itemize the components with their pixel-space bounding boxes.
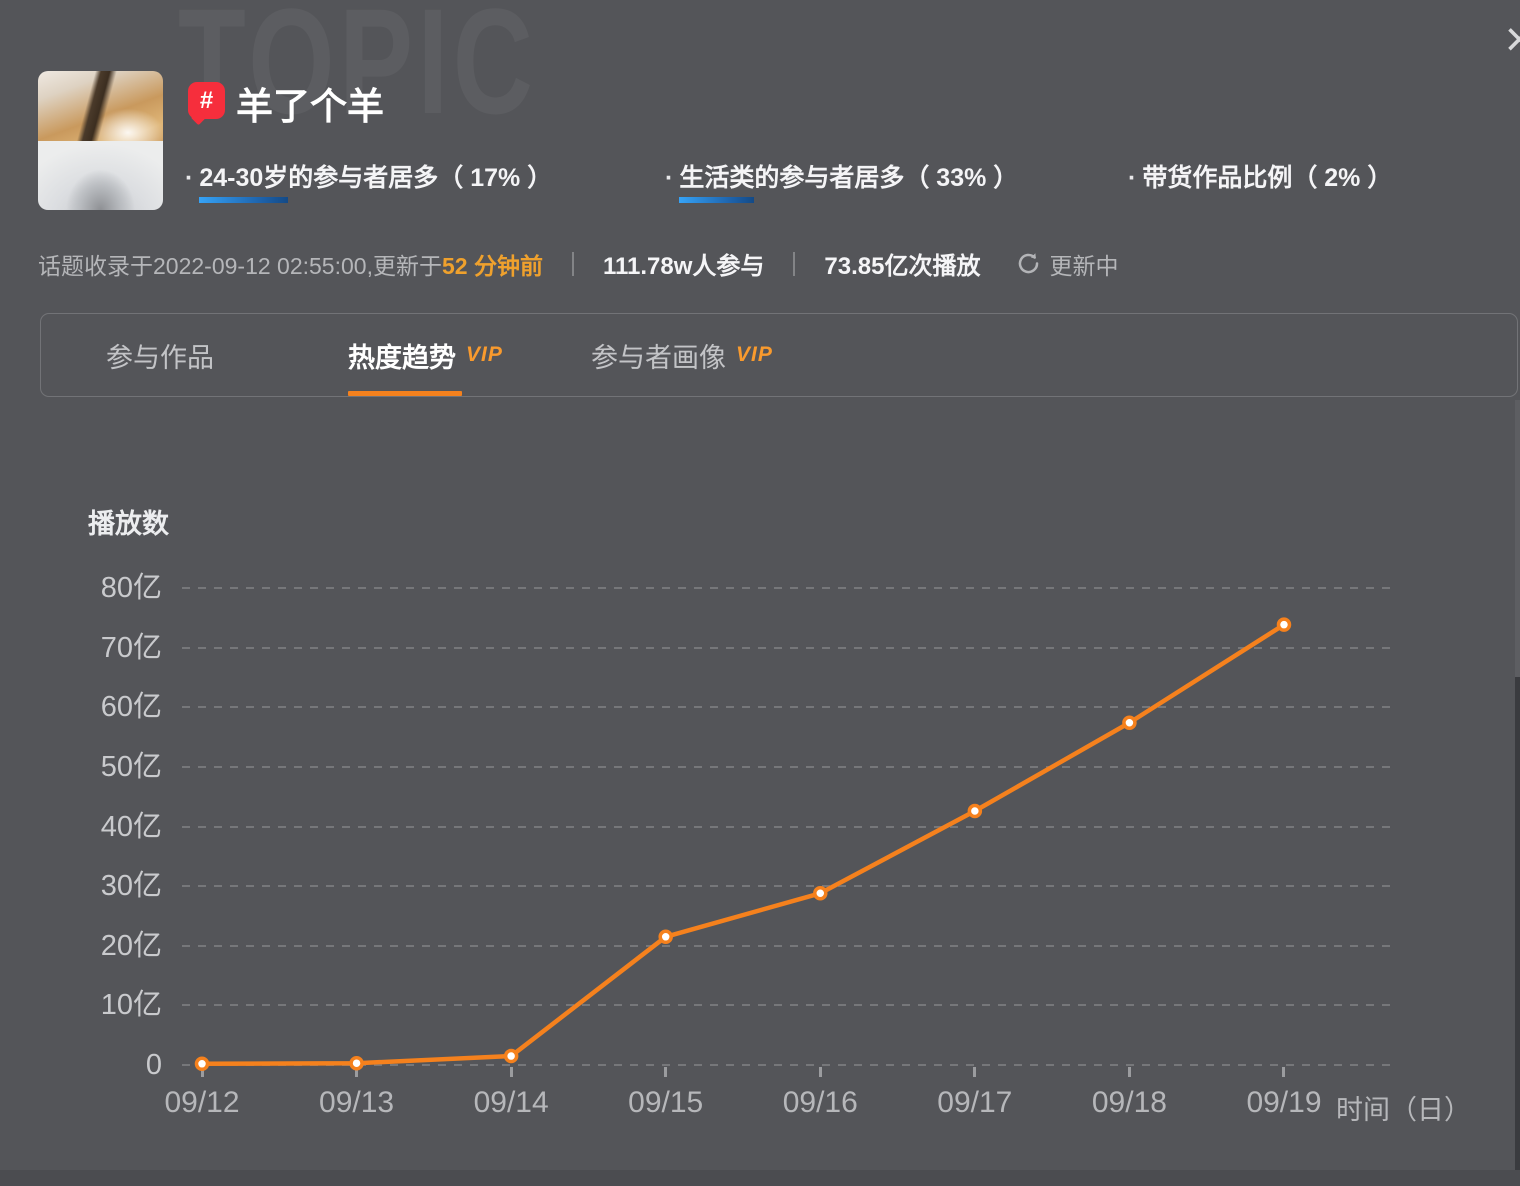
tab-label: 参与作品 — [106, 336, 214, 375]
stat-highlight: 生活类 — [679, 162, 754, 194]
tab-bar: 参与作品 热度趋势 VIP 参与者画像 VIP — [40, 313, 1518, 397]
data-point — [969, 805, 980, 816]
tab-participating-works[interactable]: 参与作品 — [106, 314, 214, 396]
refresh-icon — [1016, 251, 1041, 276]
window-bottom-edge — [0, 1170, 1520, 1186]
data-point — [351, 1058, 362, 1069]
x-axis-title: 时间（日） — [1336, 1088, 1471, 1127]
active-tab-indicator — [348, 391, 462, 396]
vip-badge: VIP — [736, 343, 773, 367]
stat-category: ·生活类的参与者居多（ 33% ） — [665, 162, 1018, 194]
bullet-dot: · — [665, 164, 673, 192]
data-point — [197, 1058, 208, 1069]
vip-badge: VIP — [466, 343, 503, 367]
play-count-line-chart: 播放数 80亿70亿60亿50亿40亿30亿20亿10亿009/1209/130… — [0, 480, 1520, 1160]
stat-highlight: 24-30岁 — [199, 162, 288, 194]
close-icon[interactable]: × — [1505, 14, 1520, 64]
stat-text: 带货作品比例（ 2% ） — [1142, 164, 1392, 192]
data-point — [815, 888, 826, 899]
stat-text: 的参与者居多（ 33% ） — [754, 164, 1018, 192]
updating-text: 更新中 — [1049, 247, 1118, 281]
bullet-dot: · — [185, 164, 193, 192]
tab-label: 参与者画像 — [591, 336, 726, 375]
data-point — [1278, 619, 1289, 630]
updated-ago-text: 52 分钟前 — [442, 247, 543, 281]
tab-label: 热度趋势 — [348, 336, 456, 375]
data-point — [1124, 717, 1135, 728]
topic-thumbnail — [38, 71, 163, 210]
bullet-dot: · — [1128, 164, 1136, 192]
data-point — [660, 931, 671, 942]
data-point — [506, 1051, 517, 1062]
hashtag-icon: # — [188, 82, 225, 119]
thumbnail-art-top — [38, 71, 163, 141]
divider — [572, 252, 574, 276]
plays-count: 73.85亿次播放 — [824, 246, 980, 281]
thumbnail-art-bottom — [38, 141, 163, 211]
topic-title: 羊了个羊 — [236, 76, 384, 130]
stat-age-group: ·24-30岁的参与者居多（ 17% ） — [185, 162, 552, 194]
tab-participant-profile[interactable]: 参与者画像 VIP — [591, 314, 773, 396]
stat-ecommerce-ratio: ·带货作品比例（ 2% ） — [1128, 162, 1392, 194]
tab-heat-trend[interactable]: 热度趋势 VIP — [348, 314, 503, 396]
stat-text: 的参与者居多（ 17% ） — [288, 164, 552, 192]
participants-count: 111.78w人参与 — [603, 246, 764, 281]
topic-analytics-modal: TOPIC × # 羊了个羊 ·24-30岁的参与者居多（ 17% ） ·生活类… — [0, 0, 1520, 1186]
divider — [793, 252, 795, 276]
collected-time-text: 话题收录于2022-09-12 02:55:00,更新于 — [38, 247, 442, 281]
line-series — [0, 480, 1520, 1160]
topic-meta-row: 话题收录于2022-09-12 02:55:00,更新于 52 分钟前 111.… — [38, 246, 1118, 281]
